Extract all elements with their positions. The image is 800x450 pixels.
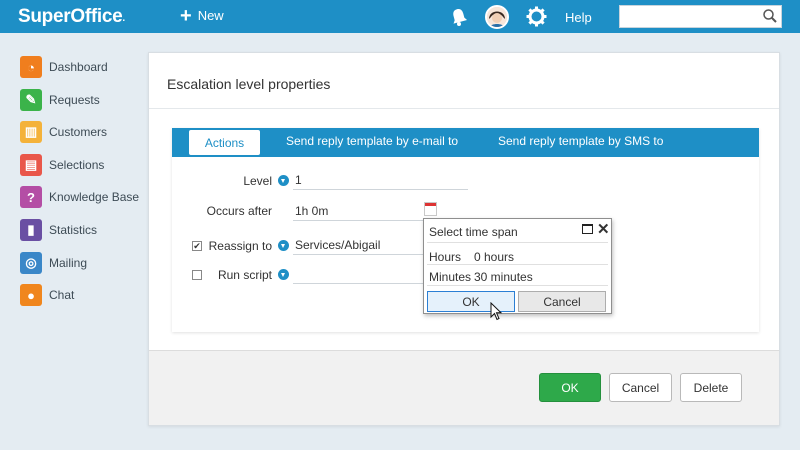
search-input[interactable] [619,5,782,28]
logo-mark: . [122,13,125,24]
popup-title: Select time span [429,225,518,239]
minutes-label: Minutes [429,270,472,284]
search-icon[interactable] [762,8,778,24]
sidebar-item-label: Mailing [49,255,88,270]
popup-cancel-button[interactable]: Cancel [518,291,606,312]
new-button[interactable]: + New [180,4,224,27]
reassign-dropdown-icon[interactable] [278,240,289,251]
level-field[interactable]: 1 [293,172,468,190]
dialog-footer: OK Cancel Delete [149,350,779,425]
knowledge-base-icon: ? [20,186,42,209]
sidebar-item-requests[interactable]: ✎ Requests [20,88,100,111]
tab-send-reply-sms[interactable]: Send reply template by SMS to [498,134,663,148]
sidebar-item-customers[interactable]: ▥ Customers [20,121,108,144]
sidebar-item-label: Statistics [49,223,98,237]
reassign-checkbox[interactable]: ✔ [192,241,202,251]
avatar-face-icon [487,7,507,27]
sidebar-item-chat[interactable]: ● Chat [20,284,75,307]
help-link[interactable]: Help [565,10,592,25]
plus-icon: + [180,4,192,27]
delete-button[interactable]: Delete [680,373,742,402]
customers-icon: ▥ [20,121,42,144]
chat-icon: ● [20,284,42,307]
notification-bell-icon[interactable] [449,7,469,27]
requests-icon: ✎ [20,88,42,111]
settings-gear-icon[interactable] [526,6,547,27]
hours-field[interactable]: 0 hours [474,250,514,264]
top-bar: SuperOffice. + New Help [0,0,800,33]
sidebar-nav: ◔ Dashboard ✎ Requests ▥ Customers ▤ Selections… [0,33,148,450]
hours-underline [427,264,608,265]
level-dropdown-icon[interactable] [278,175,289,186]
hours-label: Hours [429,250,462,264]
user-avatar[interactable] [485,5,509,29]
tab-bar: Actions Send reply template by e-mail to… [172,128,759,157]
run-script-dropdown-icon[interactable] [278,269,289,280]
run-script-checkbox[interactable] [192,270,202,280]
close-icon[interactable]: ✕ [597,220,610,238]
dialog-title: Escalation level properties [167,76,331,92]
sidebar-item-dashboard[interactable]: ◔ Dashboard [20,56,108,78]
cancel-button[interactable]: Cancel [609,373,672,402]
dashboard-icon: ◔ [20,56,42,78]
sidebar-item-label: Customers [49,125,108,140]
new-button-label: New [197,8,224,23]
select-time-span-popup: Select time span ✕ Hours 0 hours Minutes… [423,218,612,314]
occurs-after-label: Occurs after [206,204,272,218]
superoffice-logo[interactable]: SuperOffice. [18,6,125,28]
sidebar-item-label: Dashboard [49,60,108,74]
maximize-icon[interactable] [582,224,593,234]
level-label: Level [243,174,272,188]
reassign-to-label: Reassign to [208,239,272,253]
sidebar-item-mailing[interactable]: ◎ Mailing [20,251,88,274]
logo-text: SuperOffice [18,6,123,27]
tab-send-reply-email[interactable]: Send reply template by e-mail to [286,134,458,148]
sidebar-item-label: Knowledge Base [49,190,140,205]
sidebar-item-label: Selections [49,157,105,172]
tab-actions[interactable]: Actions [189,130,260,155]
mouse-pointer-icon [490,302,503,321]
dialog-divider [149,108,779,109]
reassign-to-field[interactable]: Services/Abigail [293,237,423,255]
run-script-label: Run script [217,268,272,282]
statistics-icon: ▮ [20,219,42,241]
sidebar-item-knowledge-base[interactable]: ? Knowledge Base [20,186,140,209]
selections-icon: ▤ [20,153,42,176]
ok-button[interactable]: OK [539,373,601,402]
mailing-icon: ◎ [20,251,42,274]
popup-divider [427,242,608,243]
minutes-underline [427,285,608,286]
sidebar-item-label: Requests [49,92,100,107]
calendar-icon[interactable] [424,202,437,216]
occurs-after-field[interactable]: 1h 0m [293,203,423,221]
run-script-field[interactable] [293,266,423,284]
sidebar-item-label: Chat [49,288,75,303]
sidebar-item-selections[interactable]: ▤ Selections [20,153,105,176]
minutes-field[interactable]: 30 minutes [474,270,533,284]
sidebar-item-statistics[interactable]: ▮ Statistics [20,219,97,241]
